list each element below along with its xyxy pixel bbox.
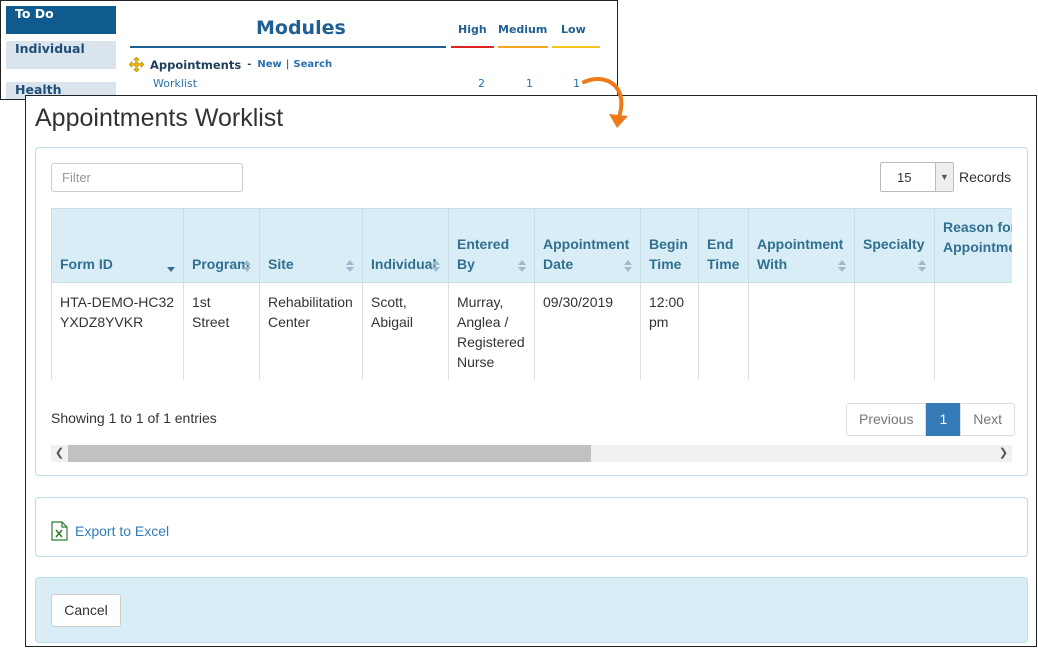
table-row[interactable]: HTA-DEMO-HC32YXDZ8YVKR 1st Street Rehabi… xyxy=(51,282,1012,380)
cell-begin-time: 12:00 pm xyxy=(640,282,699,380)
modules-title: Modules xyxy=(256,17,346,39)
count-high[interactable]: 2 xyxy=(478,77,485,90)
page-title: Appointments Worklist xyxy=(35,104,284,132)
pagination-page-1[interactable]: 1 xyxy=(926,403,961,436)
export-to-excel-label: Export to Excel xyxy=(75,523,170,539)
appointments-link-separator: | xyxy=(285,59,290,70)
cancel-button[interactable]: Cancel xyxy=(51,594,121,627)
priority-low-line xyxy=(552,46,600,48)
worklist-card: Filter 15 ▼ Records Form ID Program Site xyxy=(35,147,1028,476)
dialog-footer: Cancel xyxy=(35,577,1028,643)
column-header-appointment-date[interactable]: Appointment Date xyxy=(534,208,641,283)
appointments-module-row: Appointments - New | Search xyxy=(129,57,332,72)
records-per-page-select[interactable]: 15 ▼ xyxy=(880,162,954,192)
modules-sidebar: To Do Individual Health xyxy=(6,6,116,99)
priority-high-label: High xyxy=(458,23,487,36)
sidebar-item-individual[interactable]: Individual xyxy=(6,41,116,71)
sort-icon xyxy=(838,260,847,273)
sort-icon xyxy=(243,260,252,273)
scroll-left-arrow-icon[interactable]: ❮ xyxy=(51,445,68,462)
sort-icon xyxy=(432,260,441,273)
appointments-new-link[interactable]: New xyxy=(257,59,281,70)
worklist-table: Form ID Program Site Individual Entered … xyxy=(51,208,1012,380)
count-medium[interactable]: 1 xyxy=(526,77,533,90)
modules-panel: To Do Individual Health Modules High Med… xyxy=(0,0,618,100)
records-label: Records xyxy=(959,169,1012,185)
scroll-right-arrow-icon[interactable]: ❯ xyxy=(995,445,1012,462)
cell-site: Rehabilitation Center xyxy=(259,282,363,380)
filter-input[interactable]: Filter xyxy=(51,163,243,192)
priority-high-line xyxy=(451,46,494,48)
modules-title-underline xyxy=(130,46,446,48)
column-header-end-time[interactable]: End Time xyxy=(698,208,749,283)
column-header-specialty[interactable]: Specialty xyxy=(854,208,935,283)
appointments-module-label: Appointments xyxy=(150,57,242,72)
curved-arrow-icon xyxy=(582,77,628,128)
pagination: Previous 1 Next xyxy=(846,403,1016,436)
horizontal-scrollbar[interactable]: ❮ ❯ xyxy=(51,445,1012,462)
worklist-link[interactable]: Worklist xyxy=(153,77,197,90)
chevron-down-icon: ▼ xyxy=(935,163,953,191)
sort-icon xyxy=(346,260,355,273)
cell-specialty xyxy=(854,282,935,380)
pagination-next-button[interactable]: Next xyxy=(960,403,1016,436)
records-per-page-value: 15 xyxy=(897,170,912,185)
column-header-site[interactable]: Site xyxy=(259,208,363,283)
sort-desc-icon xyxy=(167,260,176,273)
cell-end-time xyxy=(698,282,749,380)
entries-info: Showing 1 to 1 of 1 entries xyxy=(51,410,217,426)
sort-icon xyxy=(624,260,633,273)
column-header-program[interactable]: Program xyxy=(183,208,260,283)
excel-file-icon xyxy=(51,521,68,541)
appointments-dash: - xyxy=(247,59,252,70)
scrollbar-thumb[interactable] xyxy=(68,445,591,462)
sidebar-item-todo[interactable]: To Do xyxy=(6,6,116,36)
appointments-search-link[interactable]: Search xyxy=(293,59,332,70)
column-header-appointment-with[interactable]: Appointment With xyxy=(748,208,855,283)
export-card: Export to Excel xyxy=(35,497,1028,557)
sort-icon xyxy=(918,260,927,273)
priority-medium-label: Medium xyxy=(498,23,548,36)
column-header-reason[interactable]: Reason for Appointment xyxy=(934,208,1012,283)
cell-appointment-date: 09/30/2019 xyxy=(534,282,641,380)
worklist-table-container: Form ID Program Site Individual Entered … xyxy=(51,208,1012,380)
column-header-form-id[interactable]: Form ID xyxy=(51,208,184,283)
cell-appointment-with xyxy=(748,282,855,380)
move-arrows-icon[interactable] xyxy=(129,57,144,72)
cell-individual: Scott, Abigail xyxy=(362,282,449,380)
sort-icon xyxy=(518,260,527,273)
priority-medium-line xyxy=(498,46,548,48)
pagination-previous-button[interactable]: Previous xyxy=(846,403,927,436)
cell-entered-by: Murray, Anglea / Registered Nurse xyxy=(448,282,535,380)
cell-reason xyxy=(934,282,1012,380)
export-to-excel-link[interactable]: Export to Excel xyxy=(51,521,169,541)
priority-low-label: Low xyxy=(561,23,586,36)
column-header-individual[interactable]: Individual xyxy=(362,208,449,283)
cell-form-id: HTA-DEMO-HC32YXDZ8YVKR xyxy=(51,282,184,380)
table-header-row: Form ID Program Site Individual Entered … xyxy=(51,208,1012,283)
column-header-begin-time[interactable]: Begin Time xyxy=(640,208,699,283)
cell-program: 1st Street xyxy=(183,282,260,380)
column-header-entered-by[interactable]: Entered By xyxy=(448,208,535,283)
appointments-worklist-dialog: Appointments Worklist Filter 15 ▼ Record… xyxy=(25,95,1037,647)
